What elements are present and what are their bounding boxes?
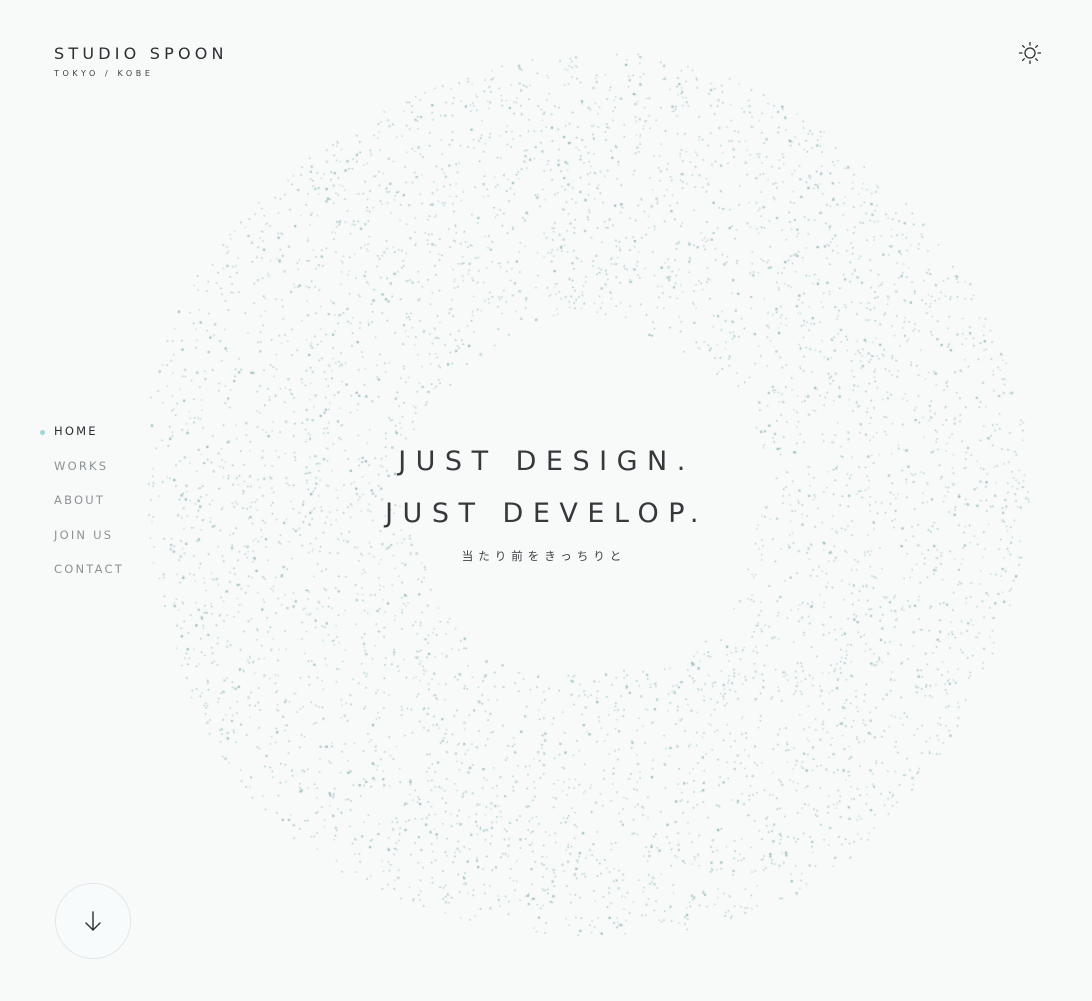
scroll-down-button[interactable] xyxy=(55,883,131,959)
brand-title: STUDIO SPOON xyxy=(54,44,228,63)
nav-item-label: WORKS xyxy=(54,458,109,473)
theme-toggle-button[interactable] xyxy=(1016,39,1044,67)
hero-headline-line-1: JUST DESIGN. xyxy=(398,446,695,477)
sun-icon xyxy=(1018,41,1042,65)
brand-subtitle: TOKYO / KOBE xyxy=(54,69,154,78)
nav-item-join-us[interactable]: JOIN US xyxy=(54,528,124,563)
hero-headline-line-2: JUST DEVELOP. xyxy=(385,498,708,529)
hero: JUST DESIGN. JUST DEVELOP. 当たり前をきっちりと xyxy=(300,436,784,564)
main-nav: HOME WORKS ABOUT JOIN US CONTACT xyxy=(40,424,124,597)
nav-item-label: ABOUT xyxy=(54,493,106,507)
nav-item-label: JOIN US xyxy=(54,527,114,542)
nav-item-about[interactable]: ABOUT xyxy=(54,493,124,528)
brand-logo[interactable]: STUDIO SPOON TOKYO / KOBE xyxy=(54,44,228,78)
nav-item-works[interactable]: WORKS xyxy=(54,459,124,494)
nav-item-home[interactable]: HOME xyxy=(40,424,124,459)
nav-item-label: HOME xyxy=(54,424,98,438)
hero-tagline: 当たり前をきっちりと xyxy=(461,549,627,563)
nav-item-contact[interactable]: CONTACT xyxy=(54,562,124,597)
arrow-down-icon xyxy=(85,911,101,931)
active-indicator-dot xyxy=(40,430,45,435)
nav-item-label: CONTACT xyxy=(54,562,124,576)
